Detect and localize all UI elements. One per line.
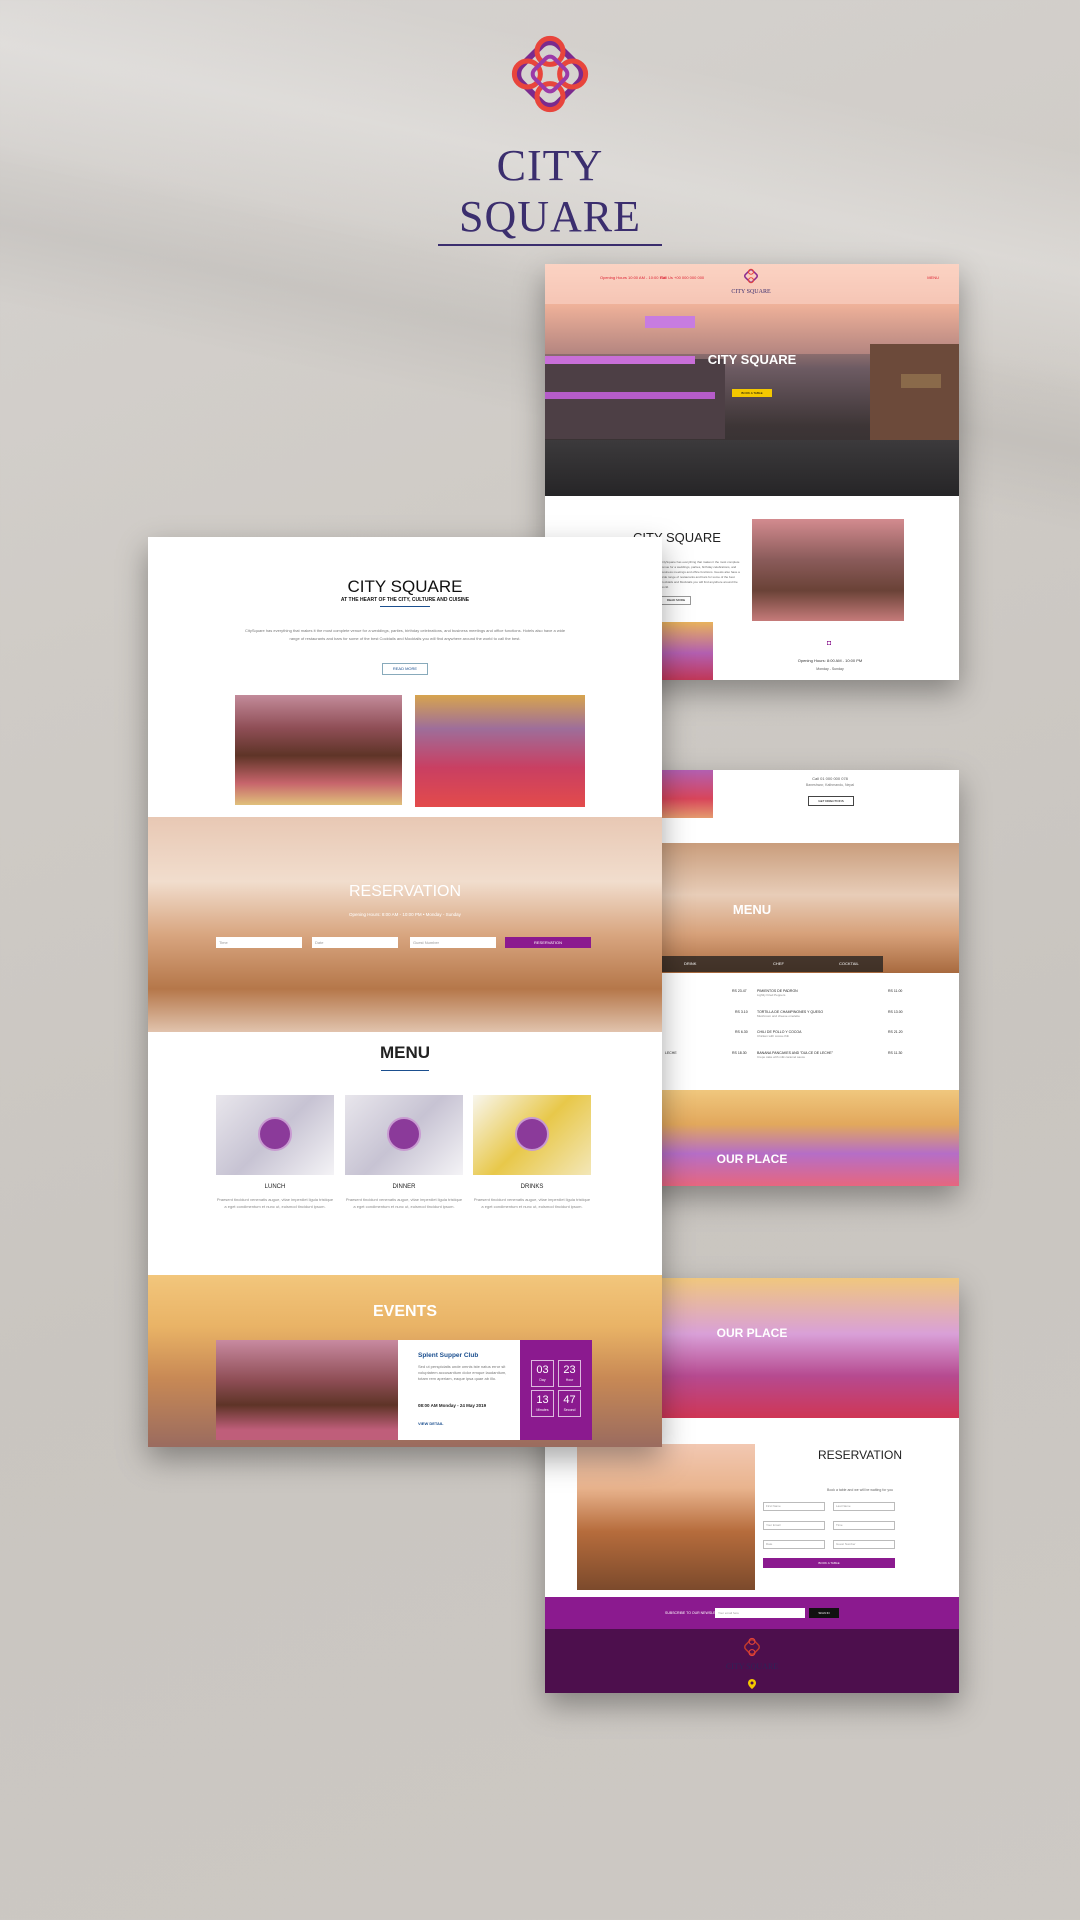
instagram-icon[interactable]: ◘ xyxy=(827,640,831,647)
menu-title: MENU xyxy=(379,1043,431,1062)
menu-item-desc: Chicken with cocoa chili xyxy=(757,1034,789,1038)
drinks-icon xyxy=(515,1117,549,1151)
read-more-button[interactable]: READ MORE xyxy=(382,663,428,675)
event-countdown: 03 Day 23 Hour 13 Minutes 47 Second xyxy=(520,1340,592,1440)
about-text: CitySquare has everything that makes it … xyxy=(661,560,740,589)
menu-price: RS 23.47 xyxy=(732,989,747,993)
call-us-link[interactable]: Call Us +00 000 000 000 xyxy=(660,275,704,280)
menu-category-desc: Praesent tincidunt venenatis augue, vita… xyxy=(345,1197,463,1209)
read-more-button[interactable]: READ MORE xyxy=(661,596,691,605)
event-card: Splent Supper Club Sed ut perspiciatis u… xyxy=(398,1340,520,1440)
guest-number-select[interactable]: Guest Number xyxy=(410,937,496,948)
tab-chef[interactable]: CHEF xyxy=(773,961,784,966)
brand-name: CITY SQUARE xyxy=(458,141,642,241)
menu-price: RS 18.30 xyxy=(732,1051,747,1055)
event-date: 08:00 AM Monday - 24 May 2019 xyxy=(418,1403,487,1408)
emblem-icon xyxy=(744,1637,760,1657)
menu-item: BANANA PANCAKES AND "DULCE DE LECHE" Crep… xyxy=(757,1051,887,1059)
dinner-icon xyxy=(387,1117,421,1151)
lounge-photo xyxy=(577,1444,755,1590)
last-name-field[interactable]: Last Name xyxy=(833,1502,895,1511)
tab-drink[interactable]: DRINK xyxy=(684,961,696,966)
title-divider xyxy=(381,1070,429,1071)
reservation-title: RESERVATION xyxy=(817,1448,903,1462)
menu-item-desc: Mushroom and cheese omelette xyxy=(757,1014,800,1018)
menu-price: RS 11.30 xyxy=(888,1051,903,1055)
event-description: Sed ut perspiciatis unde omnis iste natu… xyxy=(418,1364,507,1381)
menu-item-name: LECHE xyxy=(665,1051,677,1055)
banquet-hall-photo xyxy=(415,695,585,807)
get-directions-button[interactable]: GET DIRECTIONS xyxy=(808,796,854,806)
time-input[interactable]: Time xyxy=(216,937,302,948)
menu-price: RS 6.30 xyxy=(735,1030,748,1034)
newsletter-bar: SUBSCRIBE TO OUR NEWSLETTER Your email h… xyxy=(545,1597,959,1629)
countdown-minutes: 13 Minutes xyxy=(531,1390,554,1417)
menu-item: CHILI DE POLLO Y COCOA Chicken with cocoa… xyxy=(757,1030,877,1038)
hero-title: CITY SQUARE xyxy=(707,352,797,367)
reservation-subtitle: Opening Hours: 8:00 AM - 10:00 PM • Mond… xyxy=(349,912,461,917)
countdown-days: 03 Day xyxy=(531,1360,554,1387)
date-input[interactable]: Date xyxy=(312,937,398,948)
menu-price: RS 21.20 xyxy=(888,1030,903,1034)
menu-tabs: DRINK CHEF COCKTAIL xyxy=(639,956,883,972)
opening-hours-link[interactable]: Opening Hours 10:00 AM - 10:00 PM xyxy=(600,275,666,280)
menu-price: RS 11.00 xyxy=(888,989,903,993)
menu-category-dinner[interactable]: DINNER xyxy=(345,1184,463,1190)
title-divider xyxy=(380,606,430,607)
tab-cocktail[interactable]: COCKTAIL xyxy=(839,961,859,966)
countdown-seconds: 47 Second xyxy=(558,1390,581,1417)
call-number: Call 01 000 000 078 xyxy=(812,776,848,781)
first-name-field[interactable]: First Name xyxy=(763,1502,825,1511)
brand-underline xyxy=(438,244,662,246)
reservation-title: RESERVATION xyxy=(348,883,462,900)
about-title: CITY SQUARE xyxy=(347,577,463,596)
menu-category-lunch[interactable]: LUNCH xyxy=(216,1184,334,1190)
newsletter-email-input[interactable]: Your email here xyxy=(715,1608,805,1618)
event-photo xyxy=(216,1340,398,1440)
menu-category-desc: Praesent tincidunt venenatis augue, vita… xyxy=(216,1197,334,1209)
reservation-text: Book a table and we will be waiting for … xyxy=(827,1488,893,1492)
countdown-hours: 23 Hour xyxy=(558,1360,581,1387)
lunch-icon xyxy=(258,1117,292,1151)
city-square-emblem-icon xyxy=(511,35,589,113)
reservation-banner xyxy=(148,817,662,1032)
about-subtitle: AT THE HEART OF THE CITY, CULTURE AND CU… xyxy=(340,597,470,603)
top-navbar: Opening Hours 10:00 AM - 10:00 PM Call U… xyxy=(545,264,959,304)
address: Baneshwor, Kathmandu, Nepal xyxy=(805,783,855,787)
venue-entrance-photo xyxy=(752,519,904,621)
newsletter-submit-button[interactable]: SIGN IN xyxy=(809,1608,839,1618)
menu-item: PIMIENTOS DE PADRON Lightly Fried Peppers xyxy=(757,989,877,997)
menu-item: TORTILLA DE CHAMPINONES Y QUESO Mushroom … xyxy=(757,1010,887,1018)
about-text: CitySquare has everything that makes it … xyxy=(244,628,566,641)
footer: CITY SQUARE xyxy=(545,1629,959,1693)
menu-item-desc: Lightly Fried Peppers xyxy=(757,993,786,997)
guest-number-field[interactable]: Guest Number xyxy=(833,1540,895,1549)
menu-toggle[interactable]: MENU xyxy=(927,275,939,280)
brand-logo: CITY SQUARE xyxy=(430,22,670,246)
opening-hours: Opening Hours: 8:00 AM - 10:00 PM xyxy=(797,658,863,663)
event-name[interactable]: Splent Supper Club xyxy=(418,1352,478,1359)
menu-price: RS 13.00 xyxy=(888,1010,903,1014)
menu-price: RS 3.10 xyxy=(735,1010,748,1014)
reservation-button[interactable]: RESERVATION xyxy=(505,937,591,948)
book-table-button[interactable]: BOOK A TABLE xyxy=(732,389,772,397)
emblem-icon xyxy=(744,268,758,284)
opening-days: Monday - Sunday xyxy=(816,667,844,671)
venue-entrance-photo xyxy=(235,695,402,805)
menu-category-drinks[interactable]: DRINKS xyxy=(473,1184,591,1190)
footer-logo: CITY SQUARE xyxy=(722,1637,782,1671)
location-pin-icon[interactable] xyxy=(748,1679,756,1689)
events-title: EVENTS xyxy=(372,1303,437,1320)
menu-item-desc: Crepe cake with milk caramel sauce xyxy=(757,1055,806,1059)
email-field[interactable]: Your Email xyxy=(763,1521,825,1530)
time-field[interactable]: Time xyxy=(833,1521,895,1530)
footer-logo-text: CITY SQUARE xyxy=(725,1662,779,1671)
book-table-button[interactable]: BOOK A TABLE xyxy=(763,1558,895,1568)
menu-category-desc: Praesent tincidunt venenatis augue, vita… xyxy=(473,1197,591,1209)
mockup-homepage-main: CITY SQUARE AT THE HEART OF THE CITY, CU… xyxy=(148,537,662,1447)
nav-logo[interactable]: CITY SQUARE xyxy=(731,268,771,295)
nav-logo-text: CITY SQUARE xyxy=(731,289,771,295)
view-detail-link[interactable]: VIEW DETAIL xyxy=(418,1421,443,1426)
date-field[interactable]: Date xyxy=(763,1540,825,1549)
